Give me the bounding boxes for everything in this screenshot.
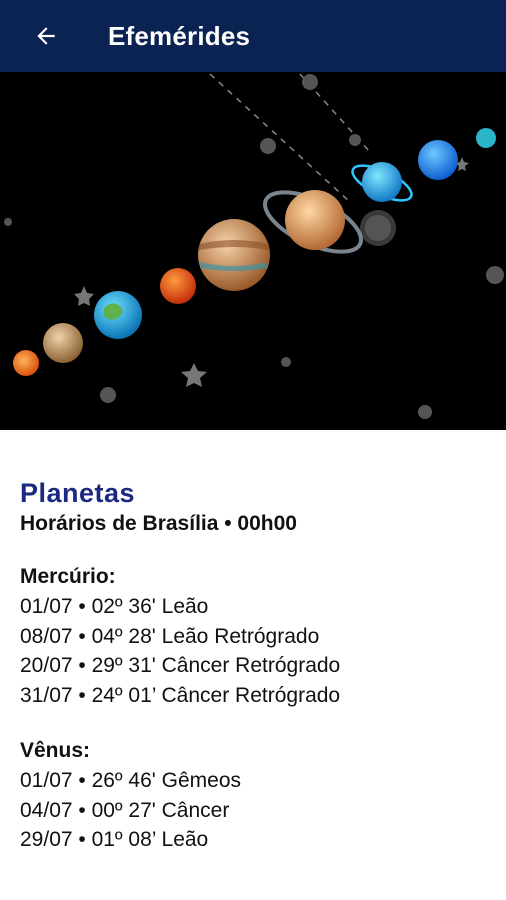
section-title: Planetas xyxy=(20,478,136,508)
planet-name: Vênus: xyxy=(20,739,91,762)
ephemeris-entry: 01/07 • 26º 46' Gêmeos xyxy=(20,769,242,792)
planet-block-venus: Vênus: 01/07 • 26º 46' Gêmeos 04/07 • 00… xyxy=(20,736,490,855)
arrow-left-icon xyxy=(37,27,55,45)
ephemeris-entry: 20/07 • 29º 31' Câncer Retrógrado xyxy=(20,654,341,677)
page-title: Efemérides xyxy=(108,20,251,51)
back-button[interactable] xyxy=(26,16,66,56)
solar-system-banner xyxy=(0,72,506,430)
planet-block-mercurio: Mercúrio: 01/07 • 02º 36' Leão 08/07 • 0… xyxy=(20,562,490,710)
ephemeris-entry: 08/07 • 04º 28' Leão Retrógrado xyxy=(20,624,320,648)
ephemeris-entry: 29/07 • 01º 08’ Leão xyxy=(20,828,209,851)
ephemeris-entry: 01/07 • 02º 36' Leão xyxy=(20,595,209,618)
ephemeris-entry: 31/07 • 24º 01’ Câncer Retrógrado xyxy=(20,683,341,707)
timezone-subtitle: Horários de Brasília • 00h00 xyxy=(20,512,297,535)
planet-name: Mercúrio: xyxy=(20,565,116,588)
solar-system-illustration xyxy=(4,73,504,419)
ephemeris-entry: 04/07 • 00º 27' Câncer xyxy=(20,798,230,822)
app-bar: Efemérides xyxy=(0,0,506,72)
ephemeris-content: Planetas Horários de Brasília • 00h00 Me… xyxy=(20,478,490,855)
